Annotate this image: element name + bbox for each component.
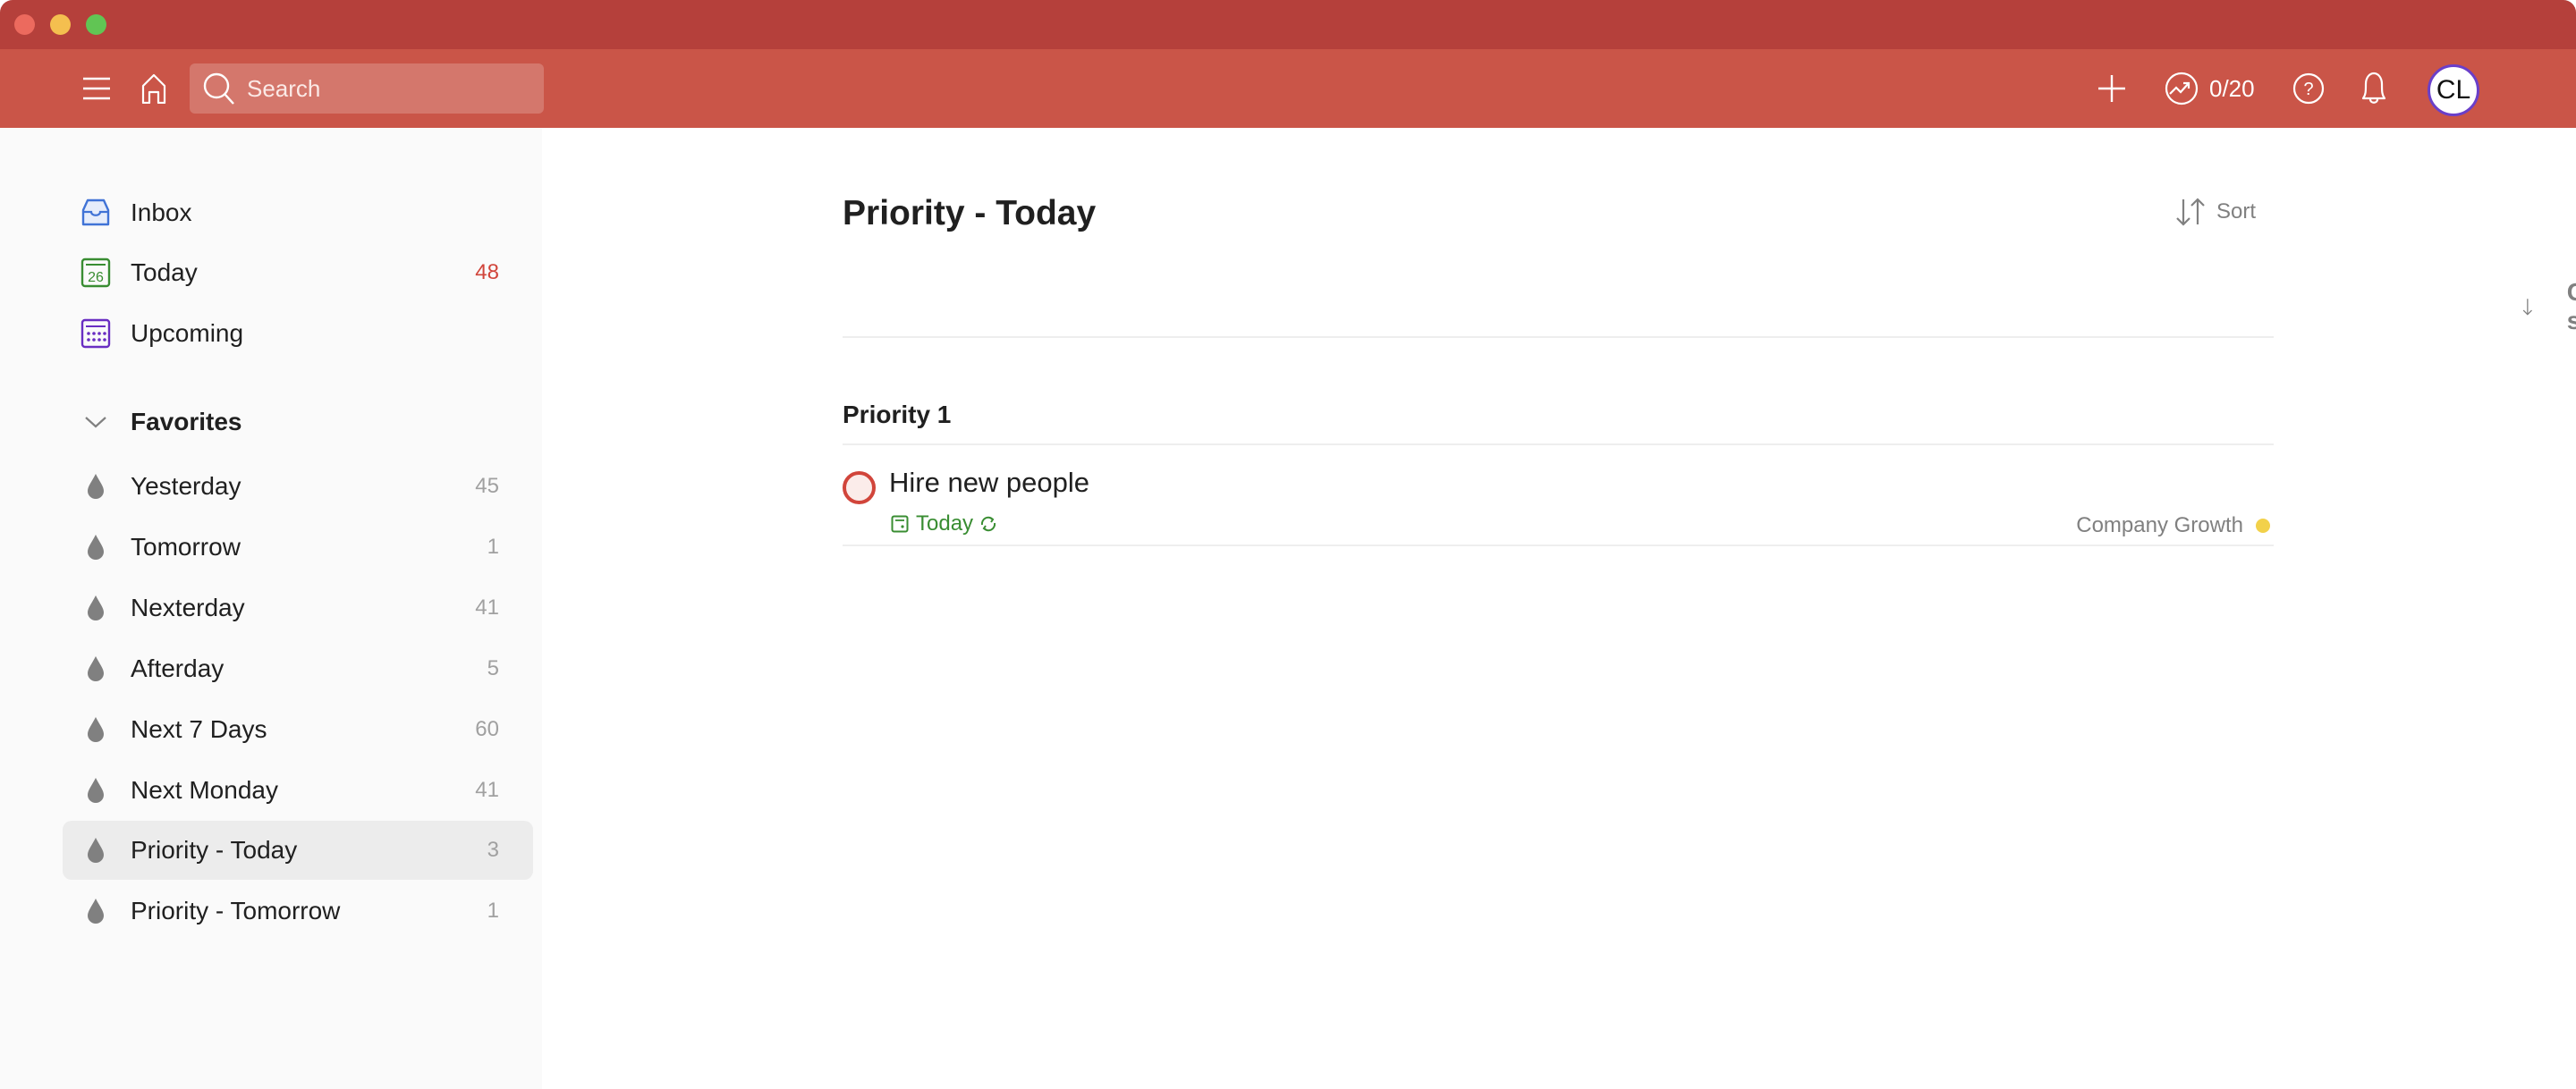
sidebar: Inbox 26 Today 48 Upcoming Favorites Yes… [0, 128, 542, 1089]
custom-sorting-indicator[interactable]: Custom sorting [2522, 278, 2576, 335]
sidebar-item-yesterday[interactable]: Yesterday 45 [63, 457, 533, 516]
task-divider [843, 544, 2274, 546]
custom-sorting-label: Custom sorting [2566, 278, 2576, 334]
sidebar-item-priority-tomorrow[interactable]: Priority - Tomorrow 1 [63, 882, 533, 941]
sidebar-item-count: 41 [475, 595, 499, 620]
task-project[interactable]: Company Growth [2076, 513, 2274, 538]
sidebar-item-count: 3 [487, 838, 499, 862]
sidebar-item-label: Today [131, 258, 198, 286]
bell-icon [2361, 72, 2386, 104]
chevron-down-icon[interactable] [84, 415, 107, 429]
sidebar-item-label: Priority - Today [131, 836, 298, 864]
user-avatar[interactable]: CL [2428, 64, 2479, 116]
task-title: Hire new people [889, 467, 1090, 498]
task-row[interactable]: Hire new people Today Company Growth [843, 445, 2274, 544]
page-title: Priority - Today [843, 194, 1097, 232]
window-minimize-button[interactable] [50, 14, 71, 35]
sidebar-item-count: 41 [475, 778, 499, 802]
filter-drop-icon [80, 775, 111, 806]
filter-drop-icon [80, 896, 111, 926]
search-input[interactable] [247, 74, 515, 103]
inbox-icon [80, 198, 111, 228]
sidebar-item-today[interactable]: 26 Today 48 [63, 243, 533, 302]
home-icon[interactable] [136, 71, 172, 106]
svg-text:?: ? [2303, 80, 2313, 99]
sidebar-item-inbox[interactable]: Inbox [63, 183, 533, 242]
task-checkbox[interactable] [843, 471, 876, 504]
search-icon [203, 72, 234, 105]
favorites-header[interactable]: Favorites [63, 393, 533, 452]
section-title: Priority 1 [843, 401, 952, 428]
karma-progress: 0/20 [2209, 74, 2255, 102]
filter-drop-icon [80, 714, 111, 745]
task-due-date[interactable]: Today [891, 511, 998, 536]
sidebar-item-label: Tomorrow [131, 533, 241, 561]
sidebar-item-count: 60 [475, 717, 499, 741]
main-content: Priority - Today Sort Custom sorting Pri… [542, 128, 2576, 1089]
sidebar-item-afterday[interactable]: Afterday 5 [63, 639, 533, 698]
window-title-bar [0, 0, 2576, 49]
sidebar-item-label: Next Monday [131, 776, 278, 804]
filter-drop-icon [80, 835, 111, 865]
sort-label: Sort [2216, 199, 2257, 224]
sidebar-item-next-7-days[interactable]: Next 7 Days 60 [63, 700, 533, 759]
filter-drop-icon [80, 471, 111, 502]
recurring-icon [980, 516, 996, 532]
calendar-today-icon: 26 [80, 257, 111, 288]
header-divider [843, 336, 2274, 338]
sidebar-item-label: Upcoming [131, 319, 244, 347]
sidebar-item-priority-today[interactable]: Priority - Today 3 [63, 821, 533, 880]
due-label: Today [916, 511, 974, 536]
notifications-button[interactable] [2358, 69, 2390, 108]
sidebar-item-count: 5 [487, 656, 499, 680]
project-color-dot [2256, 519, 2270, 533]
top-header: 0/20 ? CL [0, 49, 2576, 128]
help-button[interactable]: ? [2292, 72, 2326, 106]
filter-drop-icon [80, 532, 111, 562]
trend-up-icon [2165, 72, 2199, 106]
sidebar-item-count: 1 [487, 899, 499, 923]
sidebar-item-count: 45 [475, 474, 499, 498]
project-label: Company Growth [2076, 513, 2243, 537]
question-circle-icon: ? [2292, 72, 2325, 105]
filter-drop-icon [80, 593, 111, 623]
avatar-initials: CL [2436, 75, 2471, 105]
sidebar-item-label: Nexterday [131, 594, 245, 621]
hamburger-menu-icon[interactable] [79, 72, 114, 105]
sidebar-item-label: Yesterday [131, 472, 242, 500]
productivity-button[interactable]: 0/20 [2165, 69, 2255, 108]
calendar-upcoming-icon [80, 318, 111, 349]
sidebar-item-count: 48 [475, 260, 499, 284]
sort-arrows-icon [2176, 198, 2205, 226]
sidebar-item-label: Afterday [131, 654, 225, 682]
plus-icon [2098, 75, 2125, 102]
filter-drop-icon [80, 654, 111, 684]
sidebar-item-next-monday[interactable]: Next Monday 41 [63, 761, 533, 820]
sidebar-item-label: Inbox [131, 198, 192, 226]
sidebar-item-upcoming[interactable]: Upcoming [63, 304, 533, 363]
sidebar-item-tomorrow[interactable]: Tomorrow 1 [63, 518, 533, 577]
sort-button[interactable]: Sort [2175, 198, 2256, 226]
arrow-down-icon[interactable] [2522, 291, 2533, 322]
favorites-label: Favorites [131, 408, 242, 435]
calendar-icon [891, 515, 909, 533]
svg-text:26: 26 [88, 270, 104, 285]
window-zoom-button[interactable] [86, 14, 106, 35]
sidebar-item-nexterday[interactable]: Nexterday 41 [63, 578, 533, 637]
sidebar-item-label: Priority - Tomorrow [131, 897, 341, 924]
sidebar-item-count: 1 [487, 535, 499, 559]
window-close-button[interactable] [14, 14, 35, 35]
sidebar-item-label: Next 7 Days [131, 715, 267, 743]
add-task-button[interactable] [2094, 71, 2130, 106]
search-box[interactable] [190, 63, 544, 114]
